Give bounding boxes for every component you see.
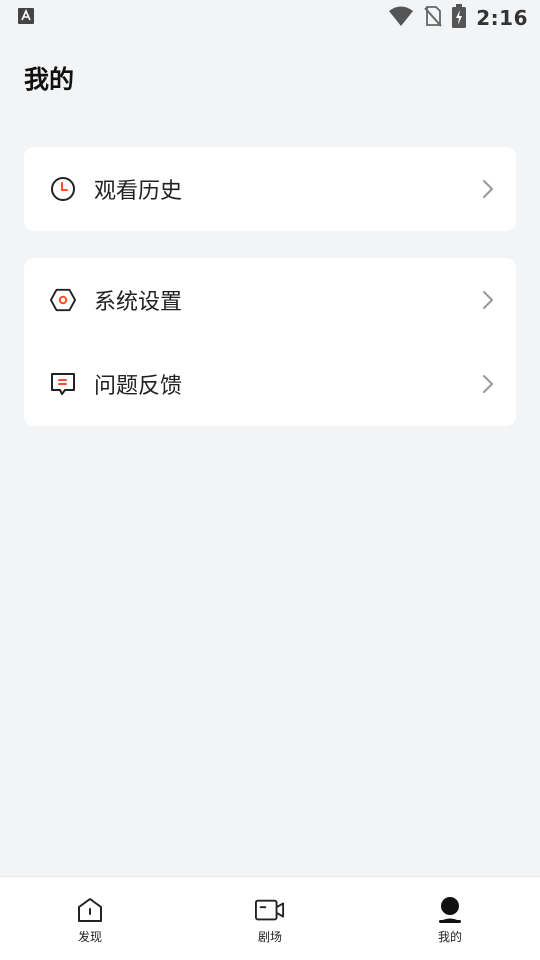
page-title: 我的 xyxy=(24,65,75,94)
status-time: 2:16 xyxy=(476,6,528,30)
nav-tab-label: 我的 xyxy=(437,930,462,944)
nav-tab-label: 发现 xyxy=(77,930,102,944)
bottom-nav: 发现 剧场 我的 xyxy=(0,876,540,960)
menu-card-settings: 系统设置 问题反馈 xyxy=(24,258,516,426)
chevron-right-icon xyxy=(482,374,494,394)
menu-item-feedback[interactable]: 问题反馈 xyxy=(24,342,516,426)
chevron-right-icon xyxy=(482,290,494,310)
user-icon xyxy=(435,895,465,925)
feedback-icon xyxy=(50,371,76,397)
menu-item-label: 观看历史 xyxy=(94,179,183,204)
nav-tab-mine[interactable]: 我的 xyxy=(360,877,540,960)
nav-tab-label: 剧场 xyxy=(257,930,282,944)
chevron-right-icon xyxy=(482,179,494,199)
home-icon xyxy=(75,895,105,925)
my-page-screen: 2:16 我的 观看历史 系统设置 问题反馈 发现 剧场 我的 xyxy=(0,0,540,960)
a-accessibility-icon xyxy=(18,8,34,28)
no-sim-icon xyxy=(424,5,442,31)
wifi-icon xyxy=(388,6,414,30)
settings-hexagon-icon xyxy=(50,287,76,313)
status-bar: 2:16 xyxy=(0,0,540,36)
menu-item-label: 系统设置 xyxy=(94,290,183,315)
nav-tab-discover[interactable]: 发现 xyxy=(0,877,180,960)
menu-card-history: 观看历史 xyxy=(24,147,516,231)
menu-item-system-settings[interactable]: 系统设置 xyxy=(24,258,516,342)
video-camera-icon xyxy=(255,895,285,925)
nav-tab-theater[interactable]: 剧场 xyxy=(180,877,360,960)
battery-charging-icon xyxy=(452,4,467,32)
menu-item-watch-history[interactable]: 观看历史 xyxy=(24,147,516,231)
menu-item-label: 问题反馈 xyxy=(94,374,183,399)
clock-icon xyxy=(50,176,76,202)
